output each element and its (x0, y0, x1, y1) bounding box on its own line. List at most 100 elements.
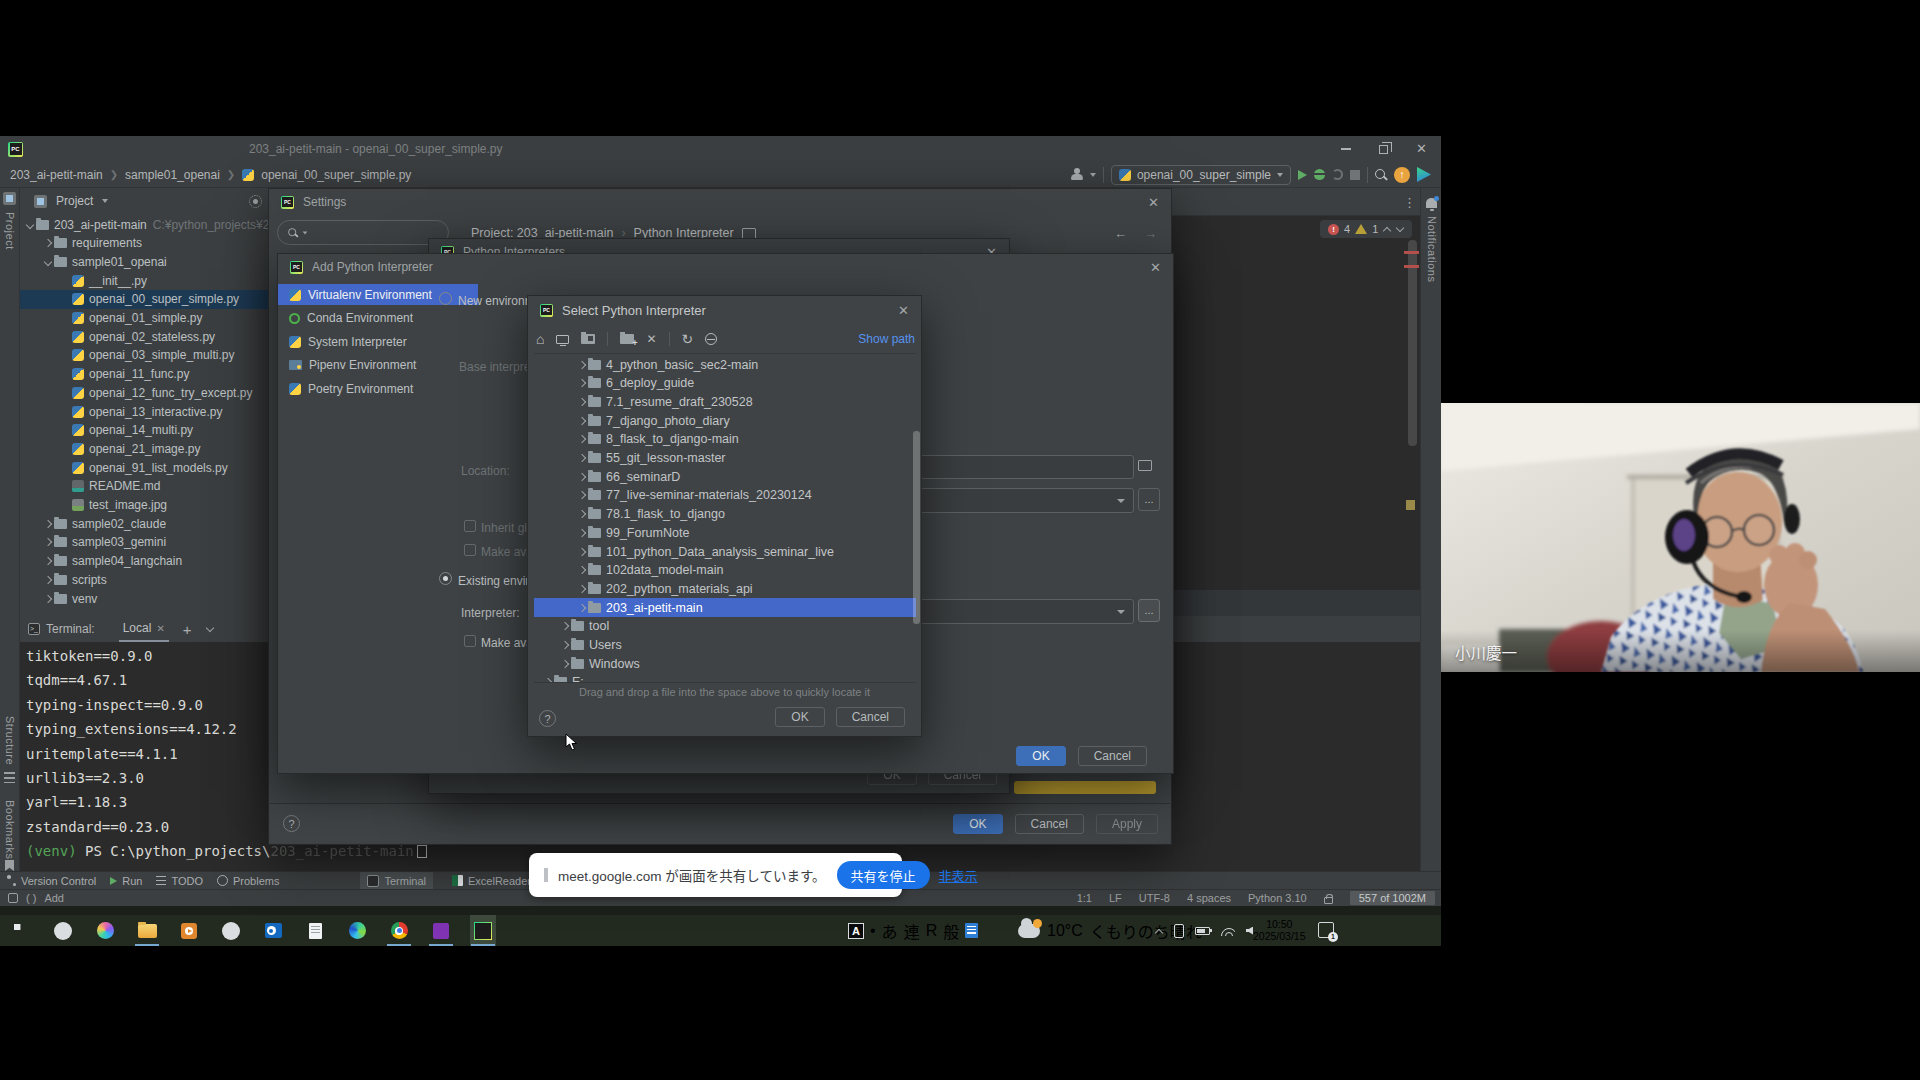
existing-environment-radio[interactable] (439, 572, 452, 585)
line-ending[interactable]: LF (1109, 892, 1122, 904)
project-tree-row[interactable]: openai_13_interactive.py (20, 402, 268, 421)
kebab-menu-icon[interactable]: ⋮ (1403, 195, 1416, 210)
taskbar-app-icon[interactable] (344, 915, 370, 946)
gear-icon[interactable] (249, 195, 262, 208)
tool-window-button[interactable]: ExcelReader (445, 872, 538, 889)
project-stripe-label[interactable]: Project (4, 212, 16, 250)
interpreter-type-item[interactable]: Poetry Environment (278, 378, 478, 399)
file-tree-row[interactable]: 101_python_Data_analysis_seminar_live (534, 542, 916, 561)
desktop-icon[interactable] (556, 335, 569, 344)
hide-link[interactable]: 非表示 (939, 866, 978, 885)
home-icon[interactable]: ⌂ (536, 333, 544, 345)
ime-pad-icon[interactable] (965, 923, 978, 938)
new-terminal-icon[interactable]: + (183, 621, 192, 638)
action-center-icon[interactable]: 1 (1318, 922, 1334, 938)
tree-chevron-icon[interactable] (576, 377, 588, 389)
editor-scrollbar[interactable] (1408, 240, 1417, 446)
taskbar-app-icon[interactable] (176, 915, 202, 946)
tree-chevron-icon[interactable] (42, 536, 54, 548)
tool-window-button[interactable]: Problems (210, 872, 286, 889)
project-tree-row[interactable]: openai_14_multi.py (20, 421, 268, 440)
taskbar-app-icon[interactable] (50, 915, 76, 946)
code-with-me-icon[interactable] (1417, 167, 1431, 182)
project-tree-row[interactable]: openai_91_list_models.py (20, 458, 268, 477)
project-tree-row[interactable]: sample04_langchain (20, 552, 268, 571)
make-available-checkbox[interactable] (464, 544, 476, 556)
taskbar-app-icon[interactable] (260, 915, 286, 946)
ok-button[interactable]: OK (775, 707, 824, 727)
run-button[interactable] (1298, 170, 1307, 180)
bookmarks-stripe-label[interactable]: Bookmarks (4, 800, 16, 860)
user-icon[interactable] (1070, 168, 1083, 181)
tree-chevron-icon[interactable] (576, 433, 588, 445)
tree-chevron-icon[interactable] (576, 583, 588, 595)
taskbar-app-icon[interactable] (470, 915, 496, 946)
new-environment-radio[interactable] (439, 292, 452, 305)
structure-stripe-label[interactable]: Structure (4, 716, 16, 765)
file-tree-row[interactable]: 102data_model-main (534, 561, 916, 580)
taskbar-app-icon[interactable] (218, 915, 244, 946)
cancel-button[interactable]: Cancel (836, 707, 905, 727)
tree-chevron-icon[interactable] (576, 415, 588, 427)
browse-button[interactable]: ... (1138, 488, 1160, 511)
file-tree-row[interactable]: 66_seminarD (534, 467, 916, 486)
structure-icon[interactable] (4, 772, 15, 783)
interpreter-type-item[interactable]: Pipenv Environment (278, 355, 478, 376)
project-tree-row[interactable]: openai_03_simple_multi.py (20, 346, 268, 365)
tree-scrollbar[interactable] (913, 431, 920, 624)
show-path-link[interactable]: Show path (858, 332, 915, 346)
file-tree-row[interactable]: Users (534, 636, 916, 655)
file-tree-row[interactable]: 99_ForumNote (534, 523, 916, 542)
volume-icon[interactable] (1246, 927, 1253, 935)
close-tab-icon[interactable]: ✕ (156, 623, 164, 634)
project-tree-row[interactable]: requirements (20, 234, 268, 253)
tree-chevron-icon[interactable] (24, 219, 36, 231)
ime-kana[interactable]: あ (882, 919, 898, 943)
file-tree-row[interactable]: 78.1_flask_to_django (534, 505, 916, 524)
status-add[interactable]: Add (44, 892, 64, 904)
tree-chevron-icon[interactable] (576, 508, 588, 520)
python-version[interactable]: Python 3.10 (1248, 892, 1307, 904)
project-tree-row[interactable]: 203_ai-petit-main C:¥python_projects¥20 (20, 215, 268, 234)
maximize-button[interactable] (1379, 145, 1388, 154)
update-icon[interactable]: ↑ (1394, 167, 1410, 183)
battery-icon[interactable] (1195, 927, 1210, 935)
close-icon[interactable]: ✕ (1150, 260, 1161, 275)
project-tree-row[interactable]: venv (20, 589, 268, 608)
new-folder-icon[interactable] (620, 334, 634, 344)
tool-window-button[interactable]: Terminal (360, 872, 433, 889)
notifications-bell-icon[interactable] (1426, 198, 1437, 208)
status-paren[interactable]: ( ) (26, 892, 36, 904)
cancel-button[interactable]: Cancel (1078, 746, 1147, 766)
tree-chevron-icon[interactable] (542, 676, 554, 683)
tree-chevron-icon[interactable] (42, 555, 54, 567)
close-button[interactable]: ✕ (1416, 144, 1427, 154)
bookmarks-icon[interactable] (5, 860, 14, 871)
tree-chevron-icon[interactable] (576, 471, 588, 483)
stop-button[interactable] (1350, 170, 1360, 180)
lock-icon[interactable] (1324, 897, 1333, 904)
wifi-icon[interactable] (1221, 926, 1235, 936)
close-icon[interactable]: ✕ (1148, 195, 1159, 210)
project-tree-row[interactable]: README.md (20, 477, 268, 496)
settings-search-input[interactable] (277, 220, 449, 245)
project-tree-row[interactable]: sample01_openai (20, 252, 268, 271)
project-tree-row[interactable]: __init__.py (20, 271, 268, 290)
inherit-checkbox[interactable] (464, 520, 476, 532)
file-tree-row[interactable]: 8_flask_to_django-main (534, 430, 916, 449)
tree-chevron-icon[interactable] (42, 593, 54, 605)
chevron-down-icon[interactable] (1090, 173, 1096, 177)
taskbar-app-icon[interactable] (386, 915, 412, 946)
ok-button[interactable]: OK (1016, 746, 1065, 766)
caret-position[interactable]: 1:1 (1077, 892, 1092, 904)
project-tree-row[interactable]: sample03_gemini (20, 533, 268, 552)
project-tree-row[interactable]: openai_12_func_try_except.py (20, 383, 268, 402)
inspection-widget[interactable]: ! 4 1 (1320, 220, 1412, 238)
tree-chevron-icon[interactable] (576, 527, 588, 539)
taskbar-app-icon[interactable] (8, 915, 34, 946)
terminal-dropdown-icon[interactable] (206, 625, 214, 633)
file-tree-row[interactable]: 7_django_photo_diary (534, 411, 916, 430)
ime-han[interactable]: 般 (943, 919, 959, 943)
project-tree-row[interactable]: openai_01_simple.py (20, 309, 268, 328)
stop-sharing-button[interactable]: 共有を停止 (837, 861, 930, 889)
